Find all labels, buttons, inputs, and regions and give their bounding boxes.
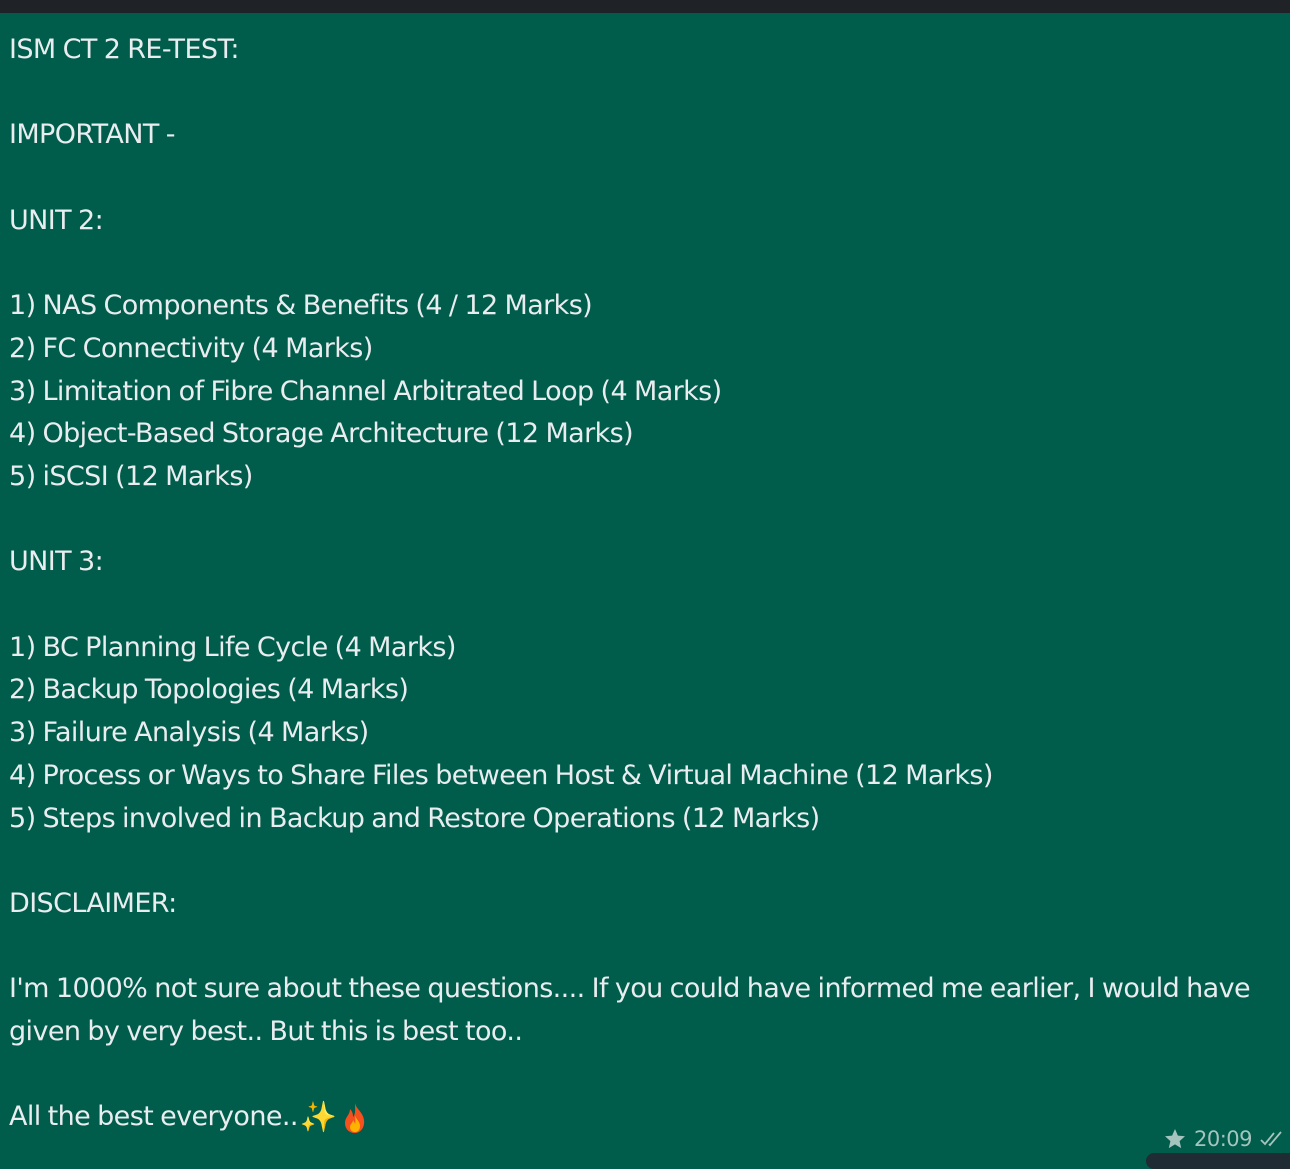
message-time: 20:09 <box>1193 1127 1253 1151</box>
unit2-item-5: 5) iSCSI (12 Marks) <box>9 460 253 492</box>
unit2-item-3: 3) Limitation of Fibre Channel Arbitrate… <box>9 375 722 407</box>
unit3-item-1: 1) BC Planning Life Cycle (4 Marks) <box>9 631 456 663</box>
unit2-item-4: 4) Object-Based Storage Architecture (12… <box>9 418 634 450</box>
closing-text: All the best everyone.. <box>9 1101 298 1133</box>
unit3-item-5: 5) Steps involved in Backup and Restore … <box>9 802 820 834</box>
disclaimer-text: I'm 1000% not sure about these questions… <box>9 973 1251 1048</box>
message-bubble[interactable]: ISM CT 2 RE-TEST: IMPORTANT - UNIT 2: 1)… <box>0 13 1290 1169</box>
unit3-heading: UNIT 3: <box>9 546 104 578</box>
sparkles-icon: ✨ <box>299 1099 337 1135</box>
star-icon[interactable] <box>1163 1127 1187 1151</box>
unit3-item-3: 3) Failure Analysis (4 Marks) <box>9 717 369 749</box>
disclaimer-heading: DISCLAIMER: <box>9 887 177 919</box>
closing-line: All the best everyone..✨ <box>9 1096 1279 1139</box>
message-meta: 20:09 <box>1163 1127 1286 1151</box>
unit2-heading: UNIT 2: <box>9 204 104 236</box>
scroll-to-bottom-button[interactable] <box>1146 1153 1290 1169</box>
double-check-icon <box>1260 1131 1282 1147</box>
unit2-item-2: 2) FC Connectivity (4 Marks) <box>9 332 373 364</box>
unit2-item-1: 1) NAS Components & Benefits (4 / 12 Mar… <box>9 290 593 322</box>
unit3-item-4: 4) Process or Ways to Share Files betwee… <box>9 759 993 791</box>
top-strip <box>0 0 1290 13</box>
message-title: ISM CT 2 RE-TEST: <box>9 34 239 65</box>
fire-icon <box>344 1102 364 1133</box>
message-text: ISM CT 2 RE-TEST: IMPORTANT - UNIT 2: 1)… <box>9 29 1279 1139</box>
important-label: IMPORTANT - <box>9 119 175 151</box>
unit3-item-2: 2) Backup Topologies (4 Marks) <box>9 674 409 706</box>
